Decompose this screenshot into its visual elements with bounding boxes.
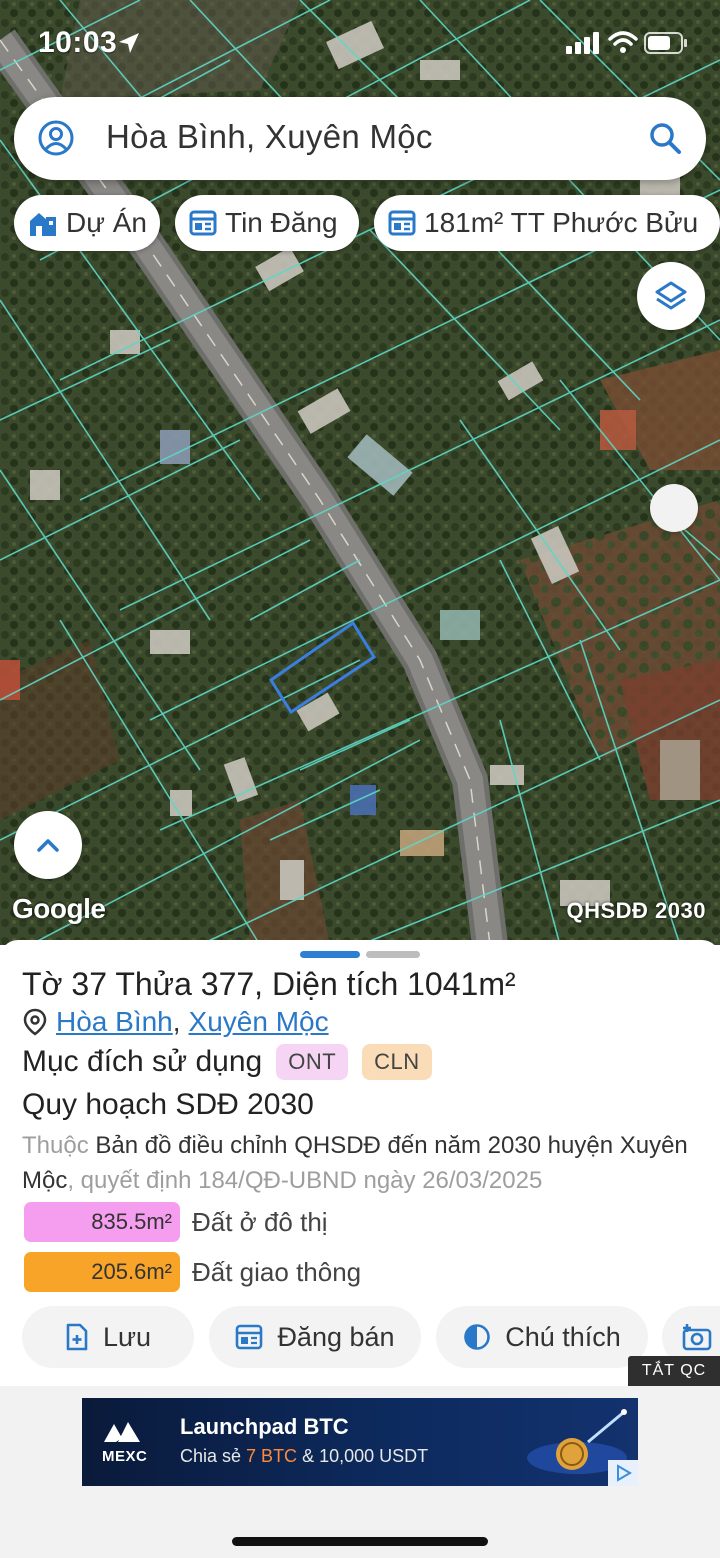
map-drag-handle[interactable]	[650, 484, 698, 532]
ad-title: Launchpad BTC	[180, 1414, 349, 1439]
ad-sub-highlight: 7 BTC	[246, 1446, 298, 1466]
area-value: 1041	[407, 966, 479, 1002]
expand-up-button[interactable]	[14, 811, 82, 879]
mexc-logo-icon	[104, 1422, 140, 1442]
parcel-info-sheet: Tờ 37 Thửa 377, Diện tích 1041m² Hòa Bìn…	[0, 940, 720, 1390]
listing-icon	[388, 210, 416, 236]
ad-subtitle: Chia sẻ 7 BTC & 10,000 USDT	[180, 1446, 428, 1467]
wifi-icon	[608, 31, 638, 53]
battery-icon	[644, 32, 687, 54]
sheet-number: 37	[71, 966, 108, 1002]
purpose-tag-ont[interactable]: ONT	[276, 1044, 349, 1080]
chip-tin-dang[interactable]: Tin Đăng	[175, 195, 359, 251]
area-label: Diện tích	[271, 966, 399, 1002]
ad-brand: MEXC	[102, 1448, 148, 1465]
legend-button[interactable]: Chú thích	[436, 1306, 648, 1368]
legend-icon	[464, 1324, 491, 1350]
plan-decision: , quyết định 184/QĐ-UBND ngày 26/03/2025	[67, 1167, 543, 1194]
sheet-handle[interactable]	[300, 951, 360, 958]
belongs-label: Thuộc	[22, 1132, 89, 1159]
plan-area-row: 835.5m² Đất ở đô thị	[24, 1202, 328, 1242]
close-ads-button[interactable]: TẮT QC	[628, 1356, 720, 1386]
location-arrow-icon	[119, 33, 139, 53]
user-icon[interactable]	[38, 120, 74, 156]
plan-description: Thuộc Bản đồ điều chỉnh QHSDĐ đến năm 20…	[22, 1128, 702, 1198]
area-value-pill: 205.6m²	[24, 1252, 180, 1292]
area-value-pill: 835.5m²	[24, 1202, 180, 1242]
land-use-purpose-row: Mục đích sử dụng ONT CLN	[22, 1043, 446, 1081]
chip-label: 181m² TT Phước Bửu	[424, 207, 699, 238]
listing-icon	[236, 1324, 263, 1350]
post-for-sale-button[interactable]: Đăng bán	[209, 1306, 421, 1368]
building-icon	[30, 213, 56, 236]
action-bar: Lưu Đăng bán Chú thích	[0, 1306, 720, 1368]
purpose-label: Mục đích sử dụng	[22, 1045, 263, 1078]
sheet-label: Tờ	[22, 966, 63, 1002]
legend-label: Chú thích	[505, 1321, 621, 1352]
map-layer-label: QHSDĐ 2030	[566, 898, 706, 923]
camera-add-icon	[682, 1324, 712, 1351]
parcel-title: Tờ 37 Thửa 377, Diện tích 1041m²	[22, 966, 516, 1002]
chip-du-an[interactable]: Dự Án	[14, 195, 160, 251]
ad-area: MEXC Launchpad BTC Chia sẻ 7 BTC & 10,00…	[0, 1386, 720, 1558]
save-label: Lưu	[102, 1321, 152, 1352]
add-file-icon	[66, 1323, 88, 1351]
search-bar[interactable]: Hòa Bình, Xuyên Mộc	[14, 97, 706, 180]
listing-icon	[189, 210, 217, 236]
map-layers-button[interactable]	[637, 262, 705, 330]
lot-number: 377	[200, 966, 255, 1002]
map-pin-icon	[23, 1008, 47, 1036]
area-type-label: Đất giao thông	[192, 1256, 362, 1287]
sheet-handle-secondary[interactable]	[366, 951, 420, 958]
home-indicator	[232, 1537, 488, 1546]
search-icon[interactable]	[648, 121, 682, 155]
ad-choices-button[interactable]	[608, 1460, 638, 1486]
chevron-up-icon	[37, 839, 59, 852]
chip-listing-phuoc-buu[interactable]: 181m² TT Phước Bửu	[374, 195, 720, 251]
purpose-tag-cln[interactable]: CLN	[362, 1044, 432, 1080]
save-button[interactable]: Lưu	[22, 1306, 194, 1368]
plan-area-row: 205.6m² Đất giao thông	[24, 1252, 361, 1292]
status-bar: 10:03	[0, 0, 720, 88]
location-row: Hòa Bình , Xuyên Mộc	[22, 1006, 329, 1038]
lot-label: Thửa	[115, 966, 192, 1002]
area-unit: m²	[478, 966, 516, 1002]
status-time: 10:03	[38, 26, 118, 59]
post-for-sale-label: Đăng bán	[277, 1321, 395, 1352]
chip-label: Tin Đăng	[225, 207, 338, 238]
district-link[interactable]: Xuyên Mộc	[189, 1006, 329, 1038]
plan-title: Quy hoạch SDĐ 2030	[22, 1088, 314, 1121]
chip-label: Dự Án	[66, 207, 147, 238]
ad-sub-prefix: Chia sẻ	[180, 1446, 247, 1466]
ad-banner[interactable]: MEXC Launchpad BTC Chia sẻ 7 BTC & 10,00…	[82, 1398, 638, 1486]
filter-chips: Dự Án Tin Đăng 181m² TT Phước Bửu	[14, 195, 720, 251]
ward-link[interactable]: Hòa Bình	[56, 1006, 173, 1038]
google-logo: Google	[12, 893, 106, 924]
satellite-map[interactable]: 10:03 Hòa Bình, Xuyên Mộc Dự Án Tin Đăng…	[0, 0, 720, 945]
ad-choices-icon	[617, 1464, 632, 1482]
search-input[interactable]: Hòa Bình, Xuyên Mộc	[106, 118, 433, 156]
ad-sub-suffix: & 10,000 USDT	[297, 1446, 429, 1466]
cellular-signal-icon	[566, 32, 599, 54]
layers-icon	[655, 281, 687, 310]
area-type-label: Đất ở đô thị	[192, 1206, 328, 1237]
